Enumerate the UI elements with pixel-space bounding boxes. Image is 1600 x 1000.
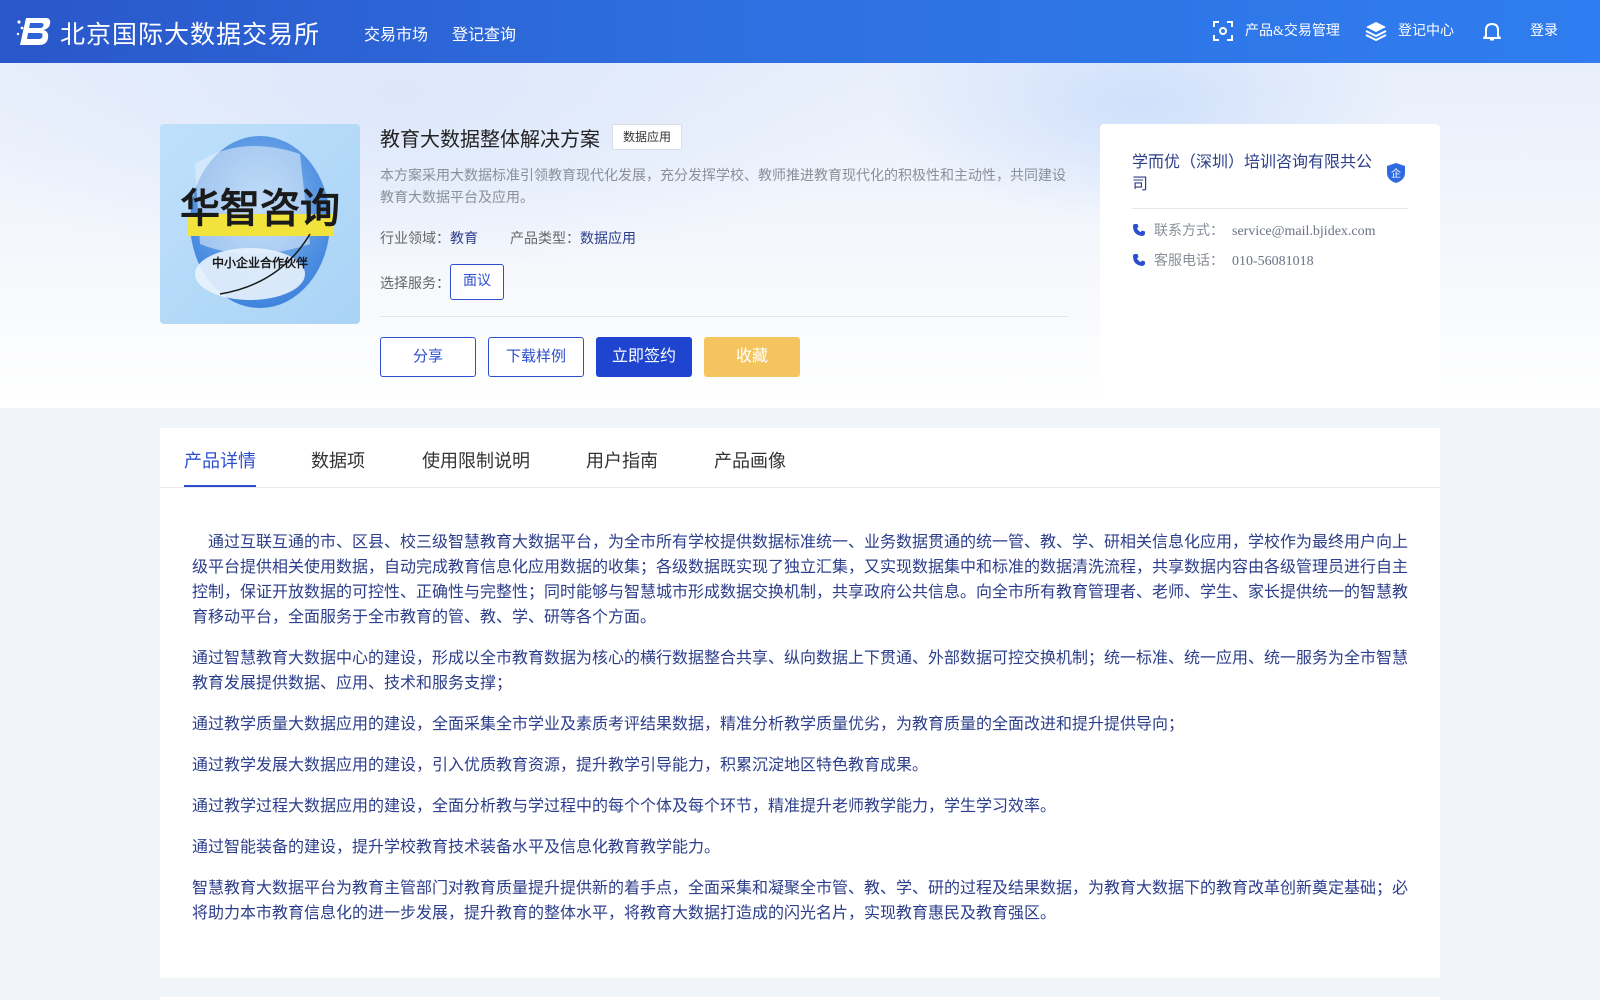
content-text: 通过智慧教育大数据中心的建设，形成以全市教育数据为核心的横行数据整合共享、纵向数… <box>192 650 1409 692</box>
content-paragraph: 智慧教育大数据平台为教育主管部门对教育质量提升提供新的着手点，全面采集和凝聚全市… <box>192 880 1409 922</box>
product-type-value: 数据应用 <box>580 232 636 247</box>
content-text: 通过智能装备的建设，提升学校教育技术装备水平及信息化教育教学能力。 <box>192 839 721 856</box>
contact-label: 联系方式： <box>1154 224 1224 239</box>
tab-product-details[interactable]: 产品详情 <box>184 447 256 473</box>
product-description: 本方案采用大数据标准引领教育现代化发展，充分发挥学校、教师推进教育现代化的积极性… <box>380 169 1066 206</box>
content-paragraph: 通过智慧教育大数据中心的建设，形成以全市教育数据为核心的横行数据整合共享、纵向数… <box>192 646 1412 696</box>
bjidex-logo-icon[interactable] <box>16 14 52 48</box>
bell-icon[interactable] <box>1481 20 1503 42</box>
top-navbar: 北京国际大数据交易所 交易市场 登记查询 产品&交易管理 登记中心 登录 <box>0 0 1600 63</box>
content-paragraph: 通过教学质量大数据应用的建设，全面采集全市学业及素质考评结果数据，精准分析教学质… <box>192 712 1412 737</box>
content-text: 通过教学质量大数据应用的建设，全面采集全市学业及素质考评结果数据，精准分析教学质… <box>192 716 1185 733</box>
site-title[interactable]: 北京国际大数据交易所 <box>60 15 320 51</box>
contact-email-row: 联系方式： service@mail.bjidex.com <box>1132 220 1376 240</box>
provider-name[interactable]: 学而优（深圳）培训咨询有限共公司 <box>1132 152 1382 196</box>
divider <box>380 316 1068 317</box>
product-details-panel: 产品详情 数据项 使用限制说明 用户指南 产品画像 通过互联互通的市、区县、校三… <box>160 428 1440 978</box>
tab-product-portrait[interactable]: 产品画像 <box>714 447 786 473</box>
product-type-label: 产品类型： <box>510 232 580 247</box>
content-text: 通过教学过程大数据应用的建设，全面分析教与学过程中的每个个体及每个环节，精准提升… <box>192 798 1057 815</box>
product-type-tag: 数据应用 <box>612 124 683 150</box>
favorite-button[interactable]: 收藏 <box>704 337 800 377</box>
content-paragraph: 通过教学发展大数据应用的建设，引入优质教育资源，提升教学引导能力，积累沉淀地区特… <box>192 753 1412 778</box>
enterprise-badge-text: 企 <box>1391 167 1401 180</box>
phone-icon <box>1133 254 1145 266</box>
layers-icon[interactable] <box>1365 20 1387 42</box>
enterprise-verified-shield-icon: 企 <box>1387 163 1405 183</box>
service-option-negotiable[interactable]: 面议 <box>450 264 504 300</box>
content-text: 通过教学发展大数据应用的建设，引入优质教育资源，提升教学引导能力，积累沉淀地区特… <box>192 757 929 774</box>
phone-number[interactable]: 010-56081018 <box>1232 254 1314 269</box>
nav-trading-market[interactable]: 交易市场 <box>364 21 428 45</box>
industry-value: 教育 <box>450 232 478 247</box>
phone-label: 客服电话： <box>1154 254 1224 269</box>
industry-field: 行业领域：教育 <box>380 228 478 248</box>
content-paragraph: 通过互联互通的市、区县、校三级智慧教育大数据平台，为全市所有学校提供数据标准统一… <box>192 534 1409 626</box>
scan-focus-icon[interactable] <box>1212 20 1234 42</box>
tab-usage-restrictions[interactable]: 使用限制说明 <box>422 447 530 473</box>
active-tab-indicator <box>184 485 256 487</box>
content-paragraph: 通过智能装备的建设，提升学校教育技术装备水平及信息化教育教学能力。 <box>192 835 1412 860</box>
provider-card: 学而优（深圳）培训咨询有限共公司 企 联系方式： service@mail.bji… <box>1100 124 1440 404</box>
product-trade-management-link[interactable]: 产品&交易管理 <box>1245 20 1340 40</box>
cover-subtitle-text: 中小企业合作伙伴 <box>212 255 308 270</box>
product-title: 教育大数据整体解决方案 <box>380 129 600 151</box>
product-cover-image: 华智咨询 中小企业合作伙伴 <box>160 124 360 324</box>
sign-now-button[interactable]: 立即签约 <box>596 337 692 377</box>
content-paragraph: 通过教学过程大数据应用的建设，全面分析教与学过程中的每个个体及每个环节，精准提升… <box>192 794 1412 819</box>
tab-user-guide[interactable]: 用户指南 <box>586 447 658 473</box>
nav-registry-query[interactable]: 登记查询 <box>452 21 516 45</box>
phone-icon <box>1133 224 1145 236</box>
service-phone-row: 客服电话： 010-56081018 <box>1132 250 1314 270</box>
industry-label: 行业领域： <box>380 232 450 247</box>
product-type-field: 产品类型：数据应用 <box>510 228 636 248</box>
product-detail-content: 通过互联互通的市、区县、校三级智慧教育大数据平台，为全市所有学校提供数据标准统一… <box>192 530 1412 942</box>
contact-email[interactable]: service@mail.bjidex.com <box>1232 224 1376 239</box>
cover-title-text: 华智咨询 <box>180 186 340 232</box>
share-button[interactable]: 分享 <box>380 337 476 377</box>
service-label: 选择服务： <box>380 277 450 292</box>
detail-tabs: 产品详情 数据项 使用限制说明 用户指南 产品画像 <box>160 428 1440 488</box>
card-divider <box>1132 208 1408 209</box>
product-cover-graphic: 华智咨询 中小企业合作伙伴 <box>160 124 360 324</box>
login-link[interactable]: 登录 <box>1530 20 1558 40</box>
download-sample-button[interactable]: 下载样例 <box>488 337 584 377</box>
tab-data-items[interactable]: 数据项 <box>311 447 365 473</box>
registry-center-link[interactable]: 登记中心 <box>1398 20 1454 40</box>
